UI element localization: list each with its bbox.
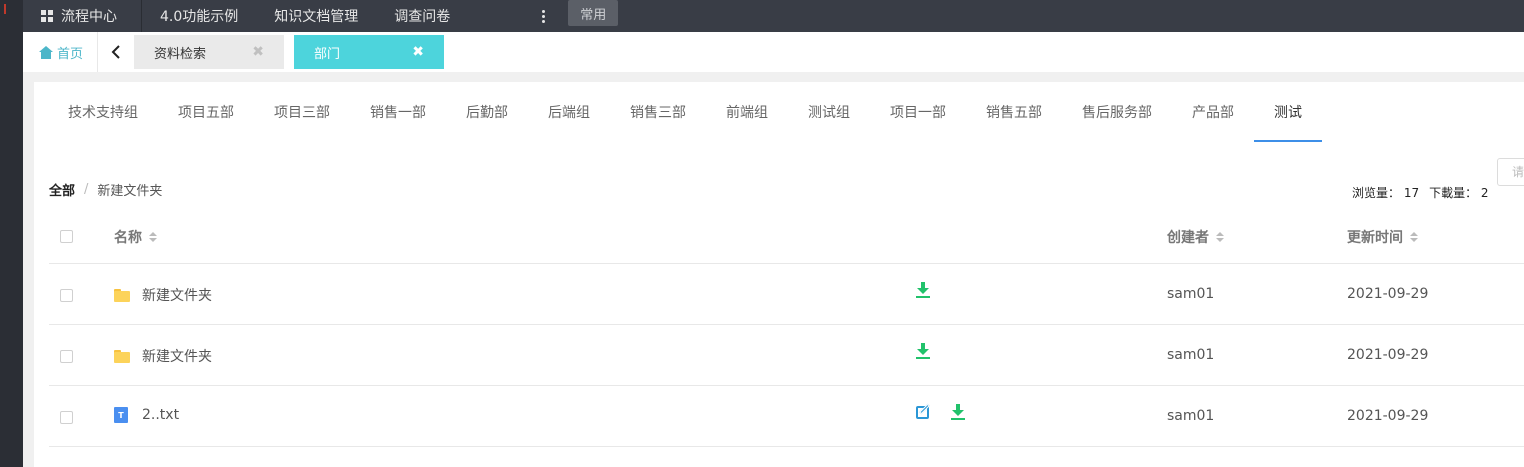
download-icon[interactable] (951, 404, 965, 420)
back-button[interactable] (98, 32, 134, 72)
document-stats: 浏览量： 17 下載量： 2 (1352, 184, 1489, 201)
text-file-icon: T (114, 407, 128, 423)
tab-home[interactable]: 首页 (23, 32, 99, 72)
row-name[interactable]: T 2..txt (114, 407, 179, 423)
dept-tab[interactable]: 前端组 (706, 82, 788, 142)
grid-icon (41, 10, 53, 22)
tab-data-search[interactable]: 资料检索 ✖ (134, 35, 285, 69)
downloads-count: 下載量： 2 (1429, 186, 1489, 200)
dept-tab[interactable]: 产品部 (1172, 82, 1254, 142)
sort-icon[interactable] (149, 232, 157, 242)
download-icon[interactable] (916, 282, 930, 298)
header-creator-label: 创建者 (1167, 230, 1209, 246)
breadcrumb: 全部 / 新建文件夹 (49, 180, 162, 199)
document-panel: 技术支持组 项目五部 项目三部 销售一部 后勤部 后端组 销售三部 前端组 测试… (34, 82, 1524, 467)
row-updated: 2021-09-29 (1347, 347, 1429, 363)
nav-item-label: 4.0功能示例 (160, 9, 239, 25)
select-all-checkbox[interactable] (60, 230, 73, 243)
sidebar-marker (4, 4, 8, 14)
row-actions (916, 343, 930, 359)
dept-tab[interactable]: 项目一部 (870, 82, 966, 142)
department-tabs: 技术支持组 项目五部 项目三部 销售一部 后勤部 后端组 销售三部 前端组 测试… (34, 82, 1524, 142)
folder-icon (114, 288, 130, 302)
row-name-label: 新建文件夹 (142, 349, 212, 365)
dept-tab[interactable]: 销售一部 (350, 82, 446, 142)
header-creator[interactable]: 创建者 (1167, 227, 1224, 247)
home-icon (39, 45, 53, 59)
dept-tab[interactable]: 项目三部 (254, 82, 350, 142)
row-updated: 2021-09-29 (1347, 408, 1429, 424)
dept-tab[interactable]: 销售五部 (966, 82, 1062, 142)
folder-icon (114, 349, 130, 363)
more-vertical-icon[interactable] (538, 9, 548, 23)
dept-tab[interactable]: 后勤部 (446, 82, 528, 142)
nav-item-feature-examples[interactable]: 4.0功能示例 (142, 0, 256, 32)
nav-item-process-center[interactable]: 流程中心 (23, 0, 142, 32)
sort-icon[interactable] (1216, 232, 1224, 242)
table-header: 名称 创建者 更新时间 (49, 210, 1524, 264)
search-input[interactable]: 请 (1497, 158, 1524, 186)
row-actions (916, 403, 965, 420)
header-name[interactable]: 名称 (114, 227, 157, 247)
dept-tab-active[interactable]: 测试 (1254, 82, 1322, 142)
nav-item-label: 知识文档管理 (274, 9, 359, 25)
tab-label: 资料检索 (154, 46, 207, 62)
sort-icon[interactable] (1410, 232, 1418, 242)
row-checkbox[interactable] (60, 289, 73, 302)
nav-item-survey[interactable]: 调查问卷 (376, 0, 468, 32)
row-creator: sam01 (1167, 408, 1215, 424)
dept-tab[interactable]: 测试组 (788, 82, 870, 142)
dept-tab[interactable]: 销售三部 (610, 82, 706, 142)
edit-icon[interactable] (916, 403, 933, 420)
top-navigation: 流程中心 4.0功能示例 知识文档管理 调查问卷 常用 (23, 0, 1524, 32)
download-icon[interactable] (916, 343, 930, 359)
row-creator: sam01 (1167, 286, 1215, 302)
close-icon[interactable]: ✖ (252, 44, 264, 60)
chevron-left-icon (111, 45, 120, 59)
row-checkbox[interactable] (60, 350, 73, 363)
tab-department[interactable]: 部门 ✖ (294, 35, 445, 69)
row-actions (916, 282, 930, 298)
nav-item-label: 流程中心 (61, 9, 117, 25)
table-row[interactable]: T 2..txt sam01 2021-09-29 (49, 386, 1524, 447)
breadcrumb-root[interactable]: 全部 (49, 180, 75, 199)
row-name-label: 新建文件夹 (142, 288, 212, 304)
breadcrumb-separator: / (84, 182, 89, 197)
header-name-label: 名称 (114, 230, 142, 246)
page-tab-bar: 首页 资料检索 ✖ 部门 ✖ (23, 32, 1524, 72)
row-updated: 2021-09-29 (1347, 286, 1429, 302)
row-name[interactable]: 新建文件夹 (114, 285, 212, 305)
dept-tab[interactable]: 后端组 (528, 82, 610, 142)
dept-tab[interactable]: 项目五部 (158, 82, 254, 142)
row-creator: sam01 (1167, 347, 1215, 363)
dept-tab[interactable]: 技术支持组 (34, 82, 158, 142)
row-name[interactable]: 新建文件夹 (114, 346, 212, 366)
header-updated[interactable]: 更新时间 (1347, 227, 1418, 247)
table-row[interactable]: 新建文件夹 sam01 2021-09-29 (49, 325, 1524, 386)
common-button[interactable]: 常用 (568, 0, 619, 26)
dept-tab[interactable]: 售后服务部 (1062, 82, 1172, 142)
table-row[interactable]: 新建文件夹 sam01 2021-09-29 (49, 264, 1524, 325)
views-count: 浏览量： 17 (1352, 186, 1420, 200)
close-icon[interactable]: ✖ (412, 44, 424, 60)
tab-home-label: 首页 (57, 46, 84, 62)
nav-item-knowledge-docs[interactable]: 知识文档管理 (256, 0, 376, 32)
left-sidebar (0, 0, 23, 467)
tab-label: 部门 (314, 46, 341, 62)
row-name-label: 2..txt (142, 407, 180, 423)
file-table: 名称 创建者 更新时间 新建文件夹 sam01 2021-09-29 新建文件夹… (49, 210, 1524, 447)
row-checkbox[interactable] (60, 411, 73, 424)
nav-item-label: 调查问卷 (394, 9, 451, 25)
breadcrumb-current: 新建文件夹 (97, 184, 163, 199)
header-updated-label: 更新时间 (1347, 230, 1403, 246)
